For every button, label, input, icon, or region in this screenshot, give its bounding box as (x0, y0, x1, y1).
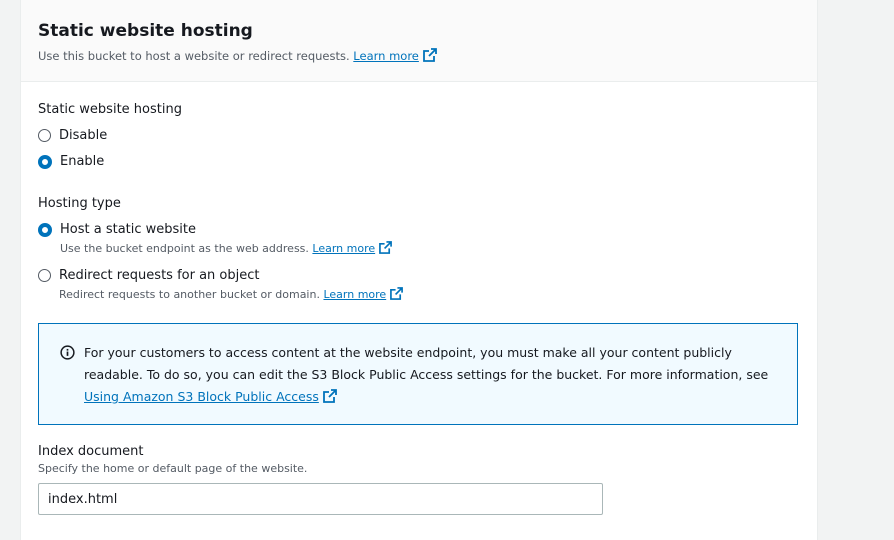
info-alert-message: For your customers to access content at … (84, 342, 784, 410)
radio-redirect-requests-description: Redirect requests to another bucket or d… (59, 287, 404, 305)
external-link-icon (390, 287, 404, 305)
external-link-icon (379, 241, 393, 259)
radio-host-static-website-description: Use the bucket endpoint as the web addre… (60, 241, 393, 259)
index-document-input[interactable] (38, 483, 603, 515)
radio-enable-label: Enable (60, 154, 105, 169)
index-document-description: Specify the home or default page of the … (38, 462, 308, 475)
host-static-learn-more-link[interactable]: Learn more (312, 242, 375, 255)
block-public-access-link[interactable]: Using Amazon S3 Block Public Access (84, 389, 319, 404)
panel-header: Static website hosting Use this bucket t… (21, 0, 817, 82)
info-alert-text: For your customers to access content at … (84, 345, 769, 382)
radio-disable-label: Disable (59, 128, 108, 143)
radio-enable-button[interactable] (38, 155, 52, 169)
redirect-learn-more-link[interactable]: Learn more (323, 288, 386, 301)
panel-description: Use this bucket to host a website or red… (38, 48, 817, 66)
radio-host-static-website[interactable]: Host a static website Use the bucket end… (38, 221, 393, 259)
learn-more-link[interactable]: Learn more (353, 49, 419, 63)
host-static-description-text: Use the bucket endpoint as the web addre… (60, 242, 309, 255)
info-icon (60, 345, 75, 364)
radio-disable-button[interactable] (38, 129, 51, 142)
external-link-icon (322, 388, 337, 410)
radio-disable[interactable]: Disable (38, 127, 107, 145)
hosting-type-label: Hosting type (38, 196, 121, 211)
radio-redirect-requests-label: Redirect requests for an object (59, 268, 260, 283)
index-document-label: Index document (38, 444, 144, 459)
panel-title: Static website hosting (38, 21, 253, 41)
radio-redirect-requests-button[interactable] (38, 269, 51, 282)
radio-redirect-requests[interactable]: Redirect requests for an object Redirect… (38, 267, 404, 305)
radio-host-static-website-label: Host a static website (60, 222, 197, 237)
panel-description-text: Use this bucket to host a website or red… (38, 49, 350, 63)
radio-host-static-website-button[interactable] (38, 223, 52, 237)
hosting-toggle-label: Static website hosting (38, 102, 182, 117)
redirect-description-text: Redirect requests to another bucket or d… (59, 288, 320, 301)
external-link-icon (422, 48, 437, 66)
info-alert: For your customers to access content at … (38, 323, 798, 425)
radio-enable[interactable]: Enable (38, 153, 104, 171)
static-website-hosting-panel: Static website hosting Use this bucket t… (20, 0, 818, 540)
